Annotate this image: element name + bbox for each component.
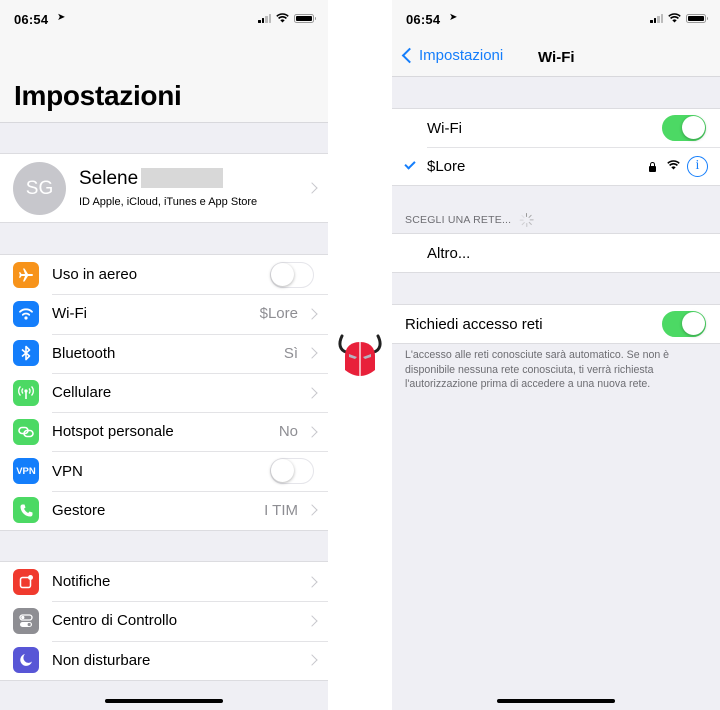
settings-row-vpn[interactable]: VPN VPN — [0, 451, 328, 490]
chevron-right-icon — [306, 654, 318, 666]
row-value: I TIM — [264, 501, 298, 519]
other-network-row[interactable]: Altro... — [392, 234, 720, 272]
wifi-group: Wi-Fi $Lore i — [392, 108, 720, 186]
signal-icon — [258, 13, 271, 23]
row-label: Altro... — [427, 244, 471, 262]
row-label: Cellulare — [52, 384, 112, 402]
home-indicator[interactable] — [105, 699, 223, 703]
signal-icon — [650, 13, 663, 23]
row-label: Hotspot personale — [52, 423, 174, 441]
settings-row-do-not-disturb[interactable]: Non disturbare — [0, 640, 328, 680]
location-icon: ➤ — [57, 12, 66, 23]
ask-join-toggle[interactable] — [662, 311, 706, 337]
section-header: SCEGLI UNA RETE... — [405, 213, 534, 227]
settings-row-wifi[interactable]: Wi-Fi $Lore — [0, 294, 328, 333]
profile-name: Selene — [79, 168, 139, 189]
settings-row-cellular[interactable]: Cellulare — [0, 372, 328, 412]
network-name: $Lore — [427, 157, 466, 175]
status-bar: 06:54 ➤ — [0, 0, 328, 40]
row-label: Non disturbare — [52, 651, 151, 669]
control-center-icon — [13, 607, 39, 634]
row-label: Wi-Fi — [427, 119, 462, 137]
ask-join-group: Richiedi accesso reti — [392, 304, 720, 344]
chevron-left-icon — [401, 47, 418, 64]
hotspot-icon — [13, 418, 39, 445]
chevron-right-icon — [306, 308, 318, 320]
settings-row-hotspot[interactable]: Hotspot personale No — [0, 412, 328, 451]
info-button[interactable]: i — [687, 155, 708, 177]
home-indicator[interactable] — [497, 699, 615, 703]
vpn-toggle[interactable] — [270, 458, 314, 485]
lock-icon — [649, 162, 656, 172]
row-value: No — [278, 423, 298, 441]
wifi-status-icon — [668, 13, 681, 23]
settings-row-control-center[interactable]: Centro di Controllo — [0, 601, 328, 640]
row-label: Wi-Fi — [52, 305, 87, 323]
wifi-settings-screen: 06:54 ➤ Impostazioni Wi-Fi Wi-Fi $Lore i… — [392, 0, 720, 710]
back-button[interactable]: Impostazioni — [400, 47, 503, 64]
section-header-label: SCEGLI UNA RETE... — [405, 214, 512, 226]
row-value: $Lore — [259, 305, 298, 323]
wifi-icon — [13, 300, 39, 327]
profile-subtitle: ID Apple, iCloud, iTunes e App Store — [79, 196, 258, 208]
chevron-right-icon — [306, 575, 318, 588]
row-label: Uso in aereo — [52, 266, 138, 284]
status-time: 06:54 — [406, 12, 441, 27]
settings-row-notifications[interactable]: Notifiche — [0, 562, 328, 601]
row-label: Centro di Controllo — [52, 612, 178, 630]
wifi-toggle-row: Wi-Fi — [392, 109, 720, 147]
avatar: SG — [13, 162, 66, 215]
notifications-icon — [13, 568, 39, 595]
redacted-surname — [141, 168, 223, 188]
settings-row-carrier[interactable]: Gestore I TIM — [0, 490, 328, 530]
wifi-toggle[interactable] — [662, 115, 706, 141]
footer-description: L'accesso alle reti conosciute sarà auto… — [405, 349, 670, 390]
wifi-strength-icon — [667, 160, 680, 170]
vpn-icon: VPN — [13, 458, 39, 485]
loading-spinner-icon — [519, 213, 534, 227]
row-label: Bluetooth — [52, 344, 116, 362]
site-logo-icon — [338, 334, 382, 376]
chevron-right-icon — [306, 386, 318, 399]
phone-icon — [13, 497, 39, 524]
battery-icon — [294, 13, 316, 23]
airplane-mode-toggle[interactable] — [270, 261, 314, 288]
moon-icon — [13, 647, 39, 674]
checkmark-icon — [404, 158, 416, 170]
page-title: Impostazioni — [14, 80, 182, 111]
bluetooth-icon — [13, 340, 39, 367]
battery-icon — [686, 13, 708, 23]
status-bar: 06:54 ➤ — [392, 0, 720, 40]
row-label: Richiedi accesso reti — [405, 315, 543, 333]
airplane-icon — [13, 261, 39, 288]
row-label: Notifiche — [52, 573, 111, 591]
cellular-icon — [13, 379, 39, 406]
location-icon: ➤ — [449, 12, 458, 23]
chevron-right-icon — [306, 504, 318, 517]
other-networks-group: Altro... — [392, 233, 720, 273]
row-label: VPN — [52, 462, 83, 480]
wifi-status-icon — [276, 13, 289, 23]
settings-row-bluetooth[interactable]: Bluetooth Sì — [0, 333, 328, 373]
connectivity-group: Uso in aereo Wi-Fi $Lore Bluetooth Sì Ce… — [0, 254, 328, 532]
page-title: Wi-Fi — [538, 49, 575, 66]
apple-id-profile-row[interactable]: SG Selene ID Apple, iCloud, iTunes e App… — [0, 153, 328, 223]
status-time: 06:54 — [14, 12, 49, 27]
chevron-right-icon — [306, 615, 318, 627]
system-group: Notifiche Centro di Controllo Non distur… — [0, 561, 328, 681]
row-label: Gestore — [52, 501, 106, 519]
back-label: Impostazioni — [419, 47, 504, 64]
ask-join-row: Richiedi accesso reti — [392, 305, 720, 343]
connected-network-row[interactable]: $Lore i — [392, 147, 720, 185]
settings-screen: 06:54 ➤ Impostazioni SG Selene ID Apple,… — [0, 0, 328, 710]
row-value: Sì — [283, 344, 298, 362]
chevron-right-icon — [306, 182, 318, 194]
chevron-right-icon — [306, 347, 318, 359]
chevron-right-icon — [306, 426, 318, 438]
settings-row-airplane[interactable]: Uso in aereo — [0, 255, 328, 294]
